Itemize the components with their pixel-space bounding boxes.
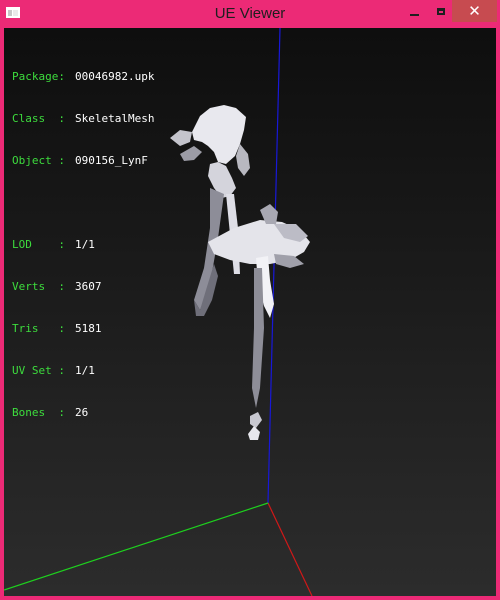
mesh-info-overlay: Package: 00046982.upk Class : SkeletalMesh… xyxy=(12,42,154,448)
bones-label: Bones : xyxy=(12,406,65,419)
info-row-tris: Tris : 5181 xyxy=(12,322,154,336)
axis-x xyxy=(267,502,313,596)
package-value: 00046982.upk xyxy=(75,70,155,83)
3d-viewport[interactable]: Package: 00046982.upk Class : SkeletalMesh… xyxy=(4,28,496,596)
object-value: 090156_LynF xyxy=(75,154,148,167)
lod-value: 1/1 xyxy=(75,238,95,251)
class-value: SkeletalMesh xyxy=(75,112,155,125)
tris-value: 5181 xyxy=(75,322,102,335)
lod-label: LOD : xyxy=(12,238,65,251)
app-window: UE Viewer ✕ Package: 00046982.upk Class … xyxy=(0,0,500,600)
uvset-label: UV Set : xyxy=(12,364,65,377)
tris-label: Tris : xyxy=(12,322,65,335)
info-row-class: Class : SkeletalMesh xyxy=(12,112,154,126)
maximize-icon xyxy=(437,7,445,15)
object-label: Object : xyxy=(12,154,65,167)
axis-z xyxy=(267,28,281,504)
axis-y xyxy=(4,502,269,591)
close-icon: ✕ xyxy=(468,1,481,20)
maximize-button[interactable] xyxy=(427,0,455,22)
info-row-bones: Bones : 26 xyxy=(12,406,154,420)
info-row-package: Package: 00046982.upk xyxy=(12,70,154,84)
info-row-uvset: UV Set : 1/1 xyxy=(12,364,154,378)
bones-value: 26 xyxy=(75,406,89,419)
uvset-value: 1/1 xyxy=(75,364,95,377)
info-row-object: Object : 090156_LynF xyxy=(12,154,154,168)
minimize-icon xyxy=(409,13,419,16)
verts-value: 3607 xyxy=(75,280,102,293)
package-label: Package: xyxy=(12,70,65,83)
class-label: Class : xyxy=(12,112,65,125)
info-row-verts: Verts : 3607 xyxy=(12,280,154,294)
close-button[interactable]: ✕ xyxy=(452,0,497,22)
info-row-lod: LOD : 1/1 xyxy=(12,238,154,252)
minimize-button[interactable] xyxy=(400,0,428,22)
skeletal-mesh xyxy=(170,105,310,440)
verts-label: Verts : xyxy=(12,280,65,293)
title-bar[interactable]: UE Viewer ✕ xyxy=(0,0,500,28)
